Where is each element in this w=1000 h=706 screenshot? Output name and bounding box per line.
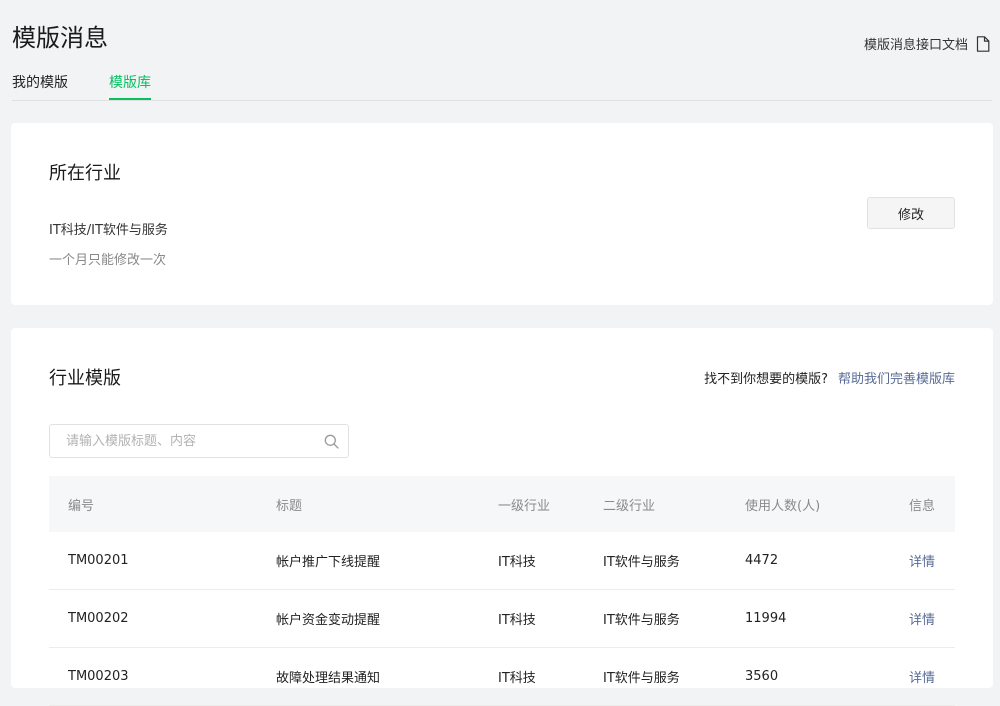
cell-primary-industry: IT科技 [498, 613, 536, 628]
not-found-prompt: 找不到你想要的模版? 帮助我们完善模版库 [704, 368, 955, 387]
help-improve-link[interactable]: 帮助我们完善模版库 [838, 372, 955, 387]
industry-note: 一个月只能修改一次 [49, 253, 167, 268]
cell-primary-industry: IT科技 [498, 555, 536, 570]
search-icon[interactable] [324, 434, 339, 453]
cell-id: TM00202 [68, 611, 129, 626]
cell-title: 故障处理结果通知 [276, 671, 381, 686]
table-row: TM00203 故障处理结果通知 IT科技 IT软件与服务 3560 详情 [49, 648, 955, 706]
tab-my-templates[interactable]: 我的模版 [12, 72, 68, 98]
cell-id: TM00201 [68, 553, 129, 568]
industry-title: 所在行业 [49, 163, 121, 184]
column-header-secondary-industry: 二级行业 [603, 498, 656, 514]
column-header-title: 标题 [276, 498, 303, 514]
cell-secondary-industry: IT软件与服务 [603, 613, 680, 628]
column-header-id: 编号 [68, 498, 95, 514]
column-header-users: 使用人数(人) [745, 498, 821, 514]
cell-users: 11994 [745, 611, 787, 626]
tab-bar: 我的模版 模版库 [12, 72, 992, 101]
cell-title: 帐户推广下线提醒 [276, 555, 381, 570]
api-doc-link[interactable]: 模版消息接口文档 [864, 34, 990, 53]
industry-card: 所在行业 IT科技/IT软件与服务 一个月只能修改一次 修改 [11, 123, 993, 305]
not-found-text: 找不到你想要的模版? [704, 372, 828, 387]
document-icon [976, 35, 990, 52]
details-link[interactable]: 详情 [909, 648, 935, 705]
table-row: TM00202 帐户资金变动提醒 IT科技 IT软件与服务 11994 详情 [49, 590, 955, 648]
industry-value: IT科技/IT软件与服务 [49, 223, 168, 238]
templates-title: 行业模版 [49, 368, 121, 389]
cell-id: TM00203 [68, 669, 129, 684]
tab-template-library[interactable]: 模版库 [109, 72, 151, 100]
cell-secondary-industry: IT软件与服务 [603, 671, 680, 686]
cell-users: 3560 [745, 669, 779, 684]
search-input[interactable] [50, 425, 326, 457]
table-row: TM00201 帐户推广下线提醒 IT科技 IT软件与服务 4472 详情 [49, 532, 955, 590]
edit-industry-button[interactable]: 修改 [867, 197, 955, 229]
cell-title: 帐户资金变动提醒 [276, 613, 381, 628]
column-header-primary-industry: 一级行业 [498, 498, 551, 514]
cell-secondary-industry: IT软件与服务 [603, 555, 680, 570]
column-header-info: 信息 [909, 498, 936, 514]
search-box [49, 424, 349, 458]
templates-card: 行业模版 找不到你想要的模版? 帮助我们完善模版库 编号 标题 一级行业 二级行业… [11, 328, 993, 706]
page-header: 模版消息 模版消息接口文档 我的模版 模版库 [0, 0, 1000, 101]
template-table: 编号 标题 一级行业 二级行业 使用人数(人) 信息 TM00201 帐户推广下… [49, 476, 955, 706]
details-link[interactable]: 详情 [909, 532, 935, 589]
api-doc-link-label: 模版消息接口文档 [863, 38, 968, 53]
cell-users: 4472 [745, 553, 779, 568]
details-link[interactable]: 详情 [909, 590, 935, 647]
page-title: 模版消息 [12, 24, 108, 52]
table-header: 编号 标题 一级行业 二级行业 使用人数(人) 信息 [49, 476, 955, 532]
cell-primary-industry: IT科技 [498, 671, 536, 686]
